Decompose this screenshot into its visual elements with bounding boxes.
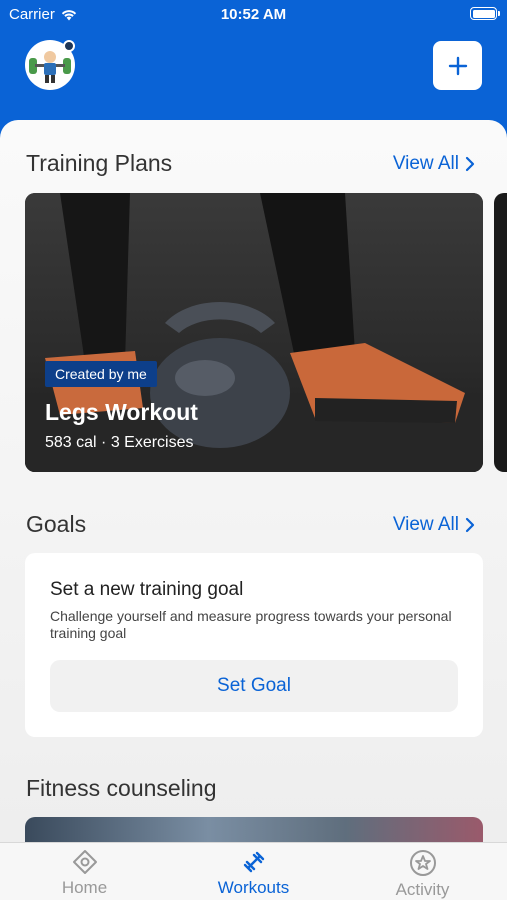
tab-bar: Home Workouts Activity (0, 842, 507, 900)
goal-card: Set a new training goal Challenge yourse… (25, 553, 483, 737)
tab-workouts-label: Workouts (217, 878, 290, 897)
training-plans-view-all[interactable]: View All (393, 153, 475, 175)
goals-title: Goals (26, 511, 87, 537)
chevron-right-icon (465, 517, 475, 532)
kettlebell-photo (25, 193, 483, 472)
star-badge-icon (409, 850, 436, 876)
tab-activity[interactable]: Activity (338, 843, 507, 900)
training-plan-card[interactable]: Created by me Legs Workout 583 cal · 3 E… (25, 193, 483, 472)
battery-icon (470, 7, 500, 20)
goals-header: Goals View All (26, 511, 475, 538)
dumbbell-icon (243, 851, 264, 873)
plus-icon (448, 56, 467, 75)
fitness-counseling-image[interactable] (25, 817, 483, 842)
plan-meta: 583 cal · 3 Exercises (45, 434, 194, 451)
tab-home[interactable]: Home (0, 843, 169, 900)
training-plans-header: Training Plans View All (26, 150, 475, 177)
clock: 10:52 AM (220, 6, 287, 23)
training-plans-title: Training Plans (26, 150, 173, 176)
tab-activity-label: Activity (395, 880, 450, 899)
goal-card-title: Set a new training goal (50, 579, 244, 600)
view-all-label: View All (392, 513, 459, 535)
avatar[interactable] (25, 40, 75, 90)
goal-card-description: Challenge yourself and measure progress … (50, 608, 452, 641)
view-all-label: View All (392, 152, 459, 174)
notification-dot (63, 40, 75, 52)
status-bar: Carrier 10:52 AM (0, 0, 507, 30)
chevron-right-icon (465, 156, 475, 171)
created-by-badge: Created by me (45, 361, 157, 387)
fitness-counseling-header: Fitness counseling (26, 775, 475, 802)
content-sheet: Training Plans View All Created by me Le… (0, 120, 507, 842)
next-plan-card[interactable] (494, 193, 507, 472)
top-bar (0, 30, 507, 120)
tab-workouts[interactable]: Workouts (169, 843, 338, 900)
set-goal-button[interactable]: Set Goal (50, 660, 458, 712)
tab-home-label: Home (61, 878, 108, 897)
home-diamond-icon (72, 850, 97, 874)
fitness-counseling-title: Fitness counseling (26, 775, 217, 801)
add-button[interactable] (433, 41, 482, 90)
goals-view-all[interactable]: View All (393, 514, 475, 536)
plan-title: Legs Workout (45, 399, 198, 425)
